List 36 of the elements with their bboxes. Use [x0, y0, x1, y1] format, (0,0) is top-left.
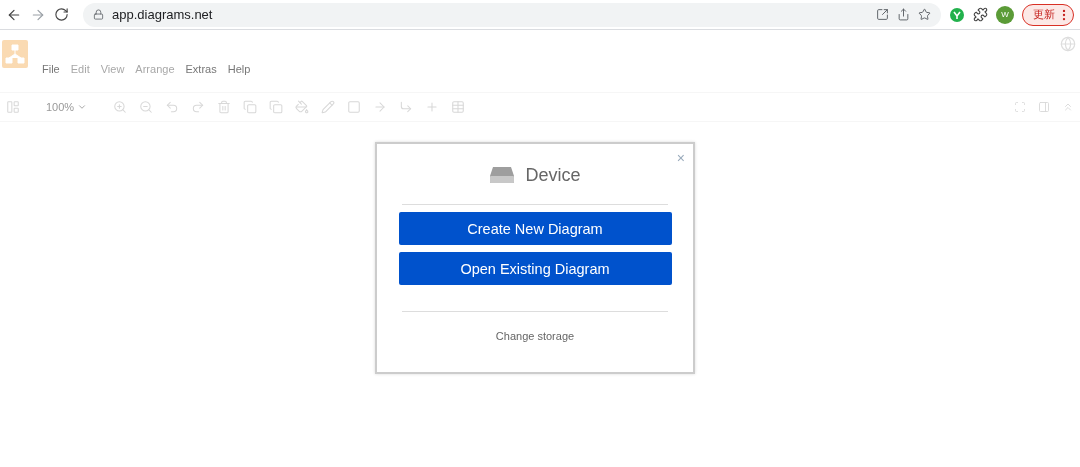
- diagram-button[interactable]: Open Existing Diagram: [398, 252, 672, 285]
- menu-item[interactable]: File: [42, 63, 60, 75]
- table-icon[interactable]: [451, 100, 466, 114]
- redo-icon[interactable]: [191, 100, 206, 114]
- zoom-out-icon[interactable]: [139, 100, 154, 114]
- menu-item[interactable]: Extras: [185, 63, 217, 75]
- layout-icon[interactable]: [6, 100, 20, 114]
- address-bar[interactable]: app.diagrams.net: [83, 2, 941, 27]
- fill-color-icon[interactable]: [295, 100, 310, 114]
- reload-icon[interactable]: [54, 7, 69, 22]
- insert-icon[interactable]: [425, 100, 440, 114]
- change-storage-link[interactable]: Change storage: [495, 330, 575, 342]
- menu-item[interactable]: Help: [227, 63, 251, 75]
- diagram-button[interactable]: Create New Diagram: [398, 212, 672, 245]
- undo-icon[interactable]: [165, 100, 180, 114]
- format-panel-icon[interactable]: [1038, 101, 1050, 113]
- chevron-down-icon: [77, 102, 88, 112]
- delete-icon[interactable]: [217, 100, 232, 114]
- address-text: app.diagrams.net: [112, 7, 214, 22]
- profile-avatar[interactable]: W: [996, 5, 1014, 24]
- dialog-title: Device: [525, 164, 581, 186]
- fullscreen-icon[interactable]: [1014, 101, 1026, 113]
- drive-icon: [489, 166, 516, 184]
- logo-icon: [2, 40, 28, 68]
- collapse-icon[interactable]: [1062, 101, 1074, 113]
- share-icon[interactable]: [897, 8, 910, 21]
- globe-icon[interactable]: [1060, 36, 1076, 52]
- extension-icon[interactable]: [949, 6, 965, 23]
- open-external-icon[interactable]: [876, 8, 889, 21]
- zoom-dropdown[interactable]: 100%: [46, 101, 88, 113]
- zoom-in-icon[interactable]: [113, 100, 128, 114]
- close-button[interactable]: ×: [676, 150, 685, 166]
- lock-icon[interactable]: [93, 9, 104, 20]
- update-button[interactable]: 更新: [1022, 3, 1074, 26]
- star-icon[interactable]: [918, 8, 931, 21]
- puzzle-icon[interactable]: [973, 7, 988, 22]
